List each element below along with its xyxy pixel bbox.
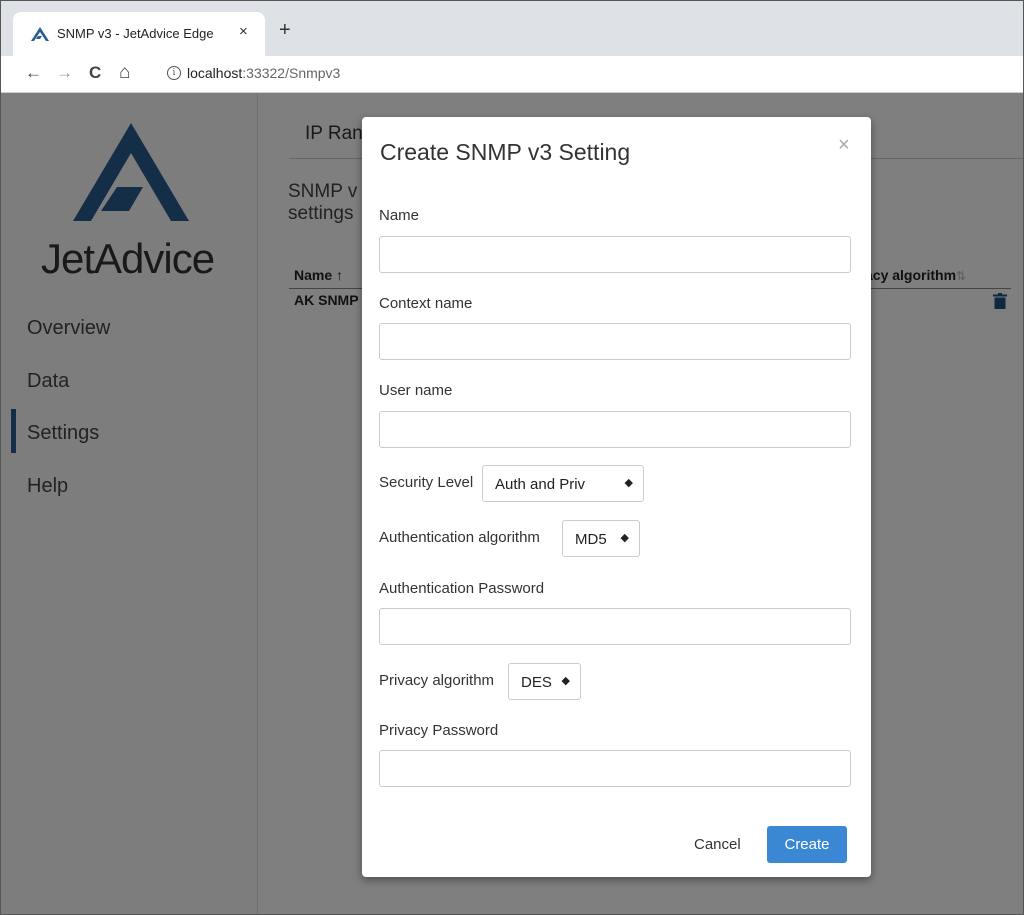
security-level-label: Security Level — [379, 474, 474, 491]
address-bar[interactable]: localhost:33322/Snmpv3 — [187, 65, 340, 81]
name-label: Name — [379, 207, 420, 224]
new-tab-icon[interactable]: + — [279, 20, 291, 40]
forward-icon[interactable]: → — [56, 63, 73, 83]
privacy-algorithm-value: DES — [521, 674, 552, 691]
address-toolbar: ← → C ⌂ i localhost:33322/Snmpv3 — [1, 56, 1023, 93]
close-icon[interactable]: × — [838, 135, 850, 155]
authentication-algorithm-select[interactable]: MD5 ◆ — [562, 520, 640, 557]
reload-icon[interactable]: C — [89, 63, 101, 83]
create-button[interactable]: Create — [767, 826, 847, 863]
user-name-input[interactable] — [379, 411, 851, 448]
url-path: :33322/Snmpv3 — [242, 65, 341, 81]
create-snmp-v3-dialog: Create SNMP v3 Setting × Name Context na… — [362, 117, 871, 877]
back-icon[interactable]: ← — [25, 63, 42, 83]
privacy-algorithm-label: Privacy algorithm — [379, 672, 495, 689]
security-level-select[interactable]: Auth and Priv ◆ — [482, 465, 644, 502]
browser-tab[interactable]: SNMP v3 - JetAdvice Edge × — [13, 12, 265, 56]
cancel-button[interactable]: Cancel — [694, 836, 741, 853]
authentication-algorithm-label: Authentication algorithm — [379, 529, 540, 546]
select-arrow-icon: ◆ — [620, 532, 629, 544]
tab-title: SNMP v3 - JetAdvice Edge — [57, 26, 214, 41]
context-name-input[interactable] — [379, 323, 851, 360]
authentication-password-input[interactable] — [379, 608, 851, 645]
select-arrow-icon: ◆ — [561, 675, 570, 687]
url-host: localhost — [187, 65, 243, 81]
select-arrow-icon: ◆ — [624, 477, 633, 489]
security-level-value: Auth and Priv — [495, 476, 586, 493]
name-input[interactable] — [379, 236, 851, 273]
context-name-label: Context name — [379, 295, 473, 312]
authentication-algorithm-value: MD5 — [575, 531, 607, 548]
home-icon[interactable]: ⌂ — [119, 63, 130, 83]
privacy-algorithm-select[interactable]: DES ◆ — [508, 663, 581, 700]
tab-bar: SNMP v3 - JetAdvice Edge × + — [1, 1, 1023, 56]
authentication-password-label: Authentication Password — [379, 580, 545, 597]
privacy-password-input[interactable] — [379, 750, 851, 787]
jetadvice-logo-icon — [31, 27, 49, 41]
privacy-password-label: Privacy Password — [379, 722, 499, 739]
dialog-title: Create SNMP v3 Setting — [380, 139, 631, 165]
user-name-label: User name — [379, 382, 453, 399]
site-info-icon[interactable]: i — [167, 66, 181, 80]
close-tab-icon[interactable]: × — [239, 23, 248, 40]
